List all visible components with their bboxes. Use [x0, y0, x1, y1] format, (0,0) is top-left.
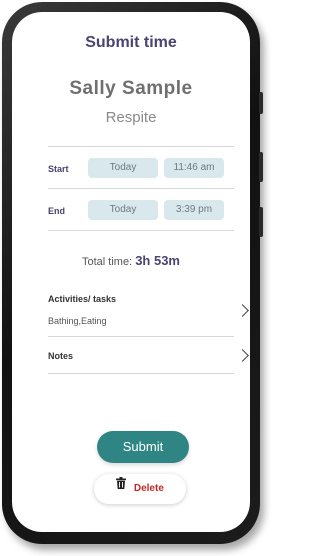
trash-icon	[116, 472, 127, 502]
total-time-value: 3h 53m	[135, 253, 180, 268]
divider	[48, 336, 234, 337]
chevron-right-icon[interactable]	[236, 304, 249, 317]
total-time-label: Total time:	[81, 256, 133, 268]
service-type: Respite	[105, 109, 157, 126]
end-time-picker[interactable]: 3:39 pm	[164, 200, 224, 220]
divider	[48, 146, 234, 147]
divider	[48, 188, 234, 189]
start-time-picker[interactable]: 11:46 am	[164, 158, 224, 178]
side-button	[259, 92, 263, 114]
screen: Submit time Sally Sample Respite Start T…	[12, 12, 250, 532]
page-title: Submit time	[85, 34, 177, 51]
delete-label: Delete	[133, 483, 164, 494]
activities-value: Bathing,Eating	[48, 316, 107, 326]
notes-label: Notes	[48, 351, 74, 361]
chevron-right-icon[interactable]	[236, 349, 249, 362]
delete-button[interactable]: Delete	[94, 474, 186, 504]
divider	[48, 230, 234, 231]
divider	[48, 373, 234, 374]
client-name: Sally Sample	[69, 78, 193, 99]
start-label: Start	[48, 164, 69, 174]
side-button	[259, 152, 263, 182]
activities-label: Activities/ tasks	[48, 294, 117, 304]
phone-frame: Submit time Sally Sample Respite Start T…	[2, 2, 263, 544]
end-label: End	[48, 206, 65, 216]
start-date-picker[interactable]: Today	[88, 158, 158, 178]
submit-button[interactable]: Submit	[97, 431, 189, 463]
end-date-picker[interactable]: Today	[88, 200, 158, 220]
total-time: Total time: 3h 53m	[12, 253, 250, 268]
side-button	[259, 207, 263, 237]
